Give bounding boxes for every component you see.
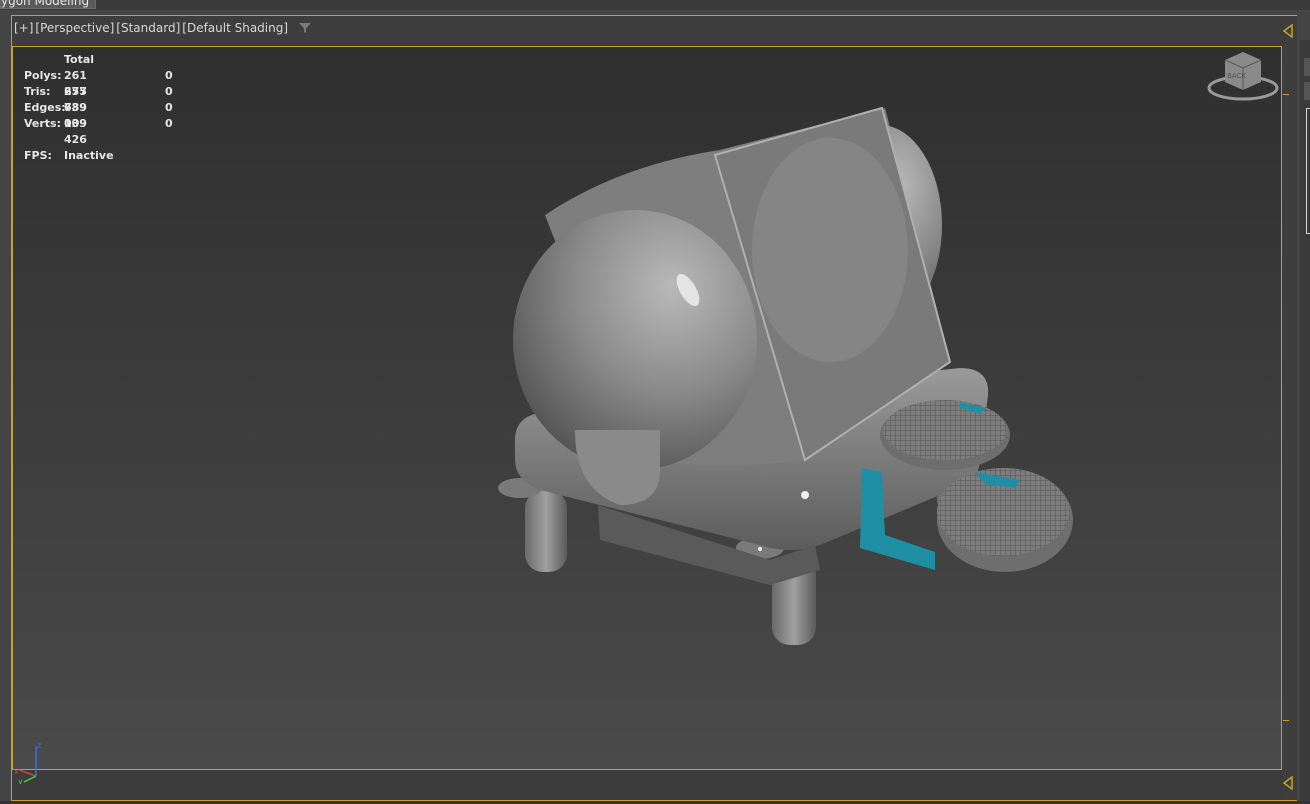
stats-selected: 0	[165, 117, 173, 130]
viewport-menu-plus[interactable]: [+]	[14, 21, 33, 35]
command-panel-button[interactable]	[1304, 82, 1310, 100]
stats-label: Polys:	[24, 69, 62, 82]
stats-label: Verts:	[24, 117, 62, 130]
ribbon-strip	[0, 0, 1310, 10]
maximize-arrow-icon[interactable]	[1282, 776, 1294, 790]
stats-selected: 0	[165, 101, 173, 114]
stats-label: Edges:	[24, 101, 66, 114]
axis-gizmo: z x y	[14, 741, 41, 784]
stats-selected: 0	[165, 85, 173, 98]
stats-selected: 0	[165, 69, 173, 82]
stats-label: Tris:	[24, 85, 51, 98]
stats-header: Total	[64, 53, 95, 66]
viewport-menu-view[interactable]: [Perspective]	[35, 21, 114, 35]
viewport-label: [+] [Perspective] [Standard] [Default Sh…	[14, 21, 312, 35]
viewport-menu-mode[interactable]: [Standard]	[116, 21, 180, 35]
command-panel-button[interactable]	[1304, 58, 1310, 76]
funnel-icon[interactable]	[298, 21, 312, 35]
ribbon-tab-polygon-modeling[interactable]: ygon Modeling	[0, 0, 97, 9]
axis-x-label: x	[14, 767, 19, 776]
axis-y-label: y	[18, 777, 23, 784]
fps-value: Inactive	[64, 149, 114, 162]
viewport-menu-shading[interactable]: [Default Shading]	[182, 21, 288, 35]
axis-z-label: z	[37, 741, 41, 750]
fps-label: FPS:	[24, 149, 52, 162]
rail-tick	[1283, 94, 1289, 95]
maximize-arrow-icon[interactable]	[1282, 24, 1294, 38]
rail-tick	[1283, 720, 1289, 721]
viewport-right-rail	[1283, 16, 1297, 800]
command-panel-frame	[1306, 108, 1310, 234]
viewcube-icon[interactable]: BACK	[1205, 48, 1281, 104]
viewcube-face-label: BACK	[1227, 72, 1246, 80]
stats-total: 139 426	[64, 117, 87, 146]
viewport-3d-model[interactable]	[490, 100, 1090, 660]
